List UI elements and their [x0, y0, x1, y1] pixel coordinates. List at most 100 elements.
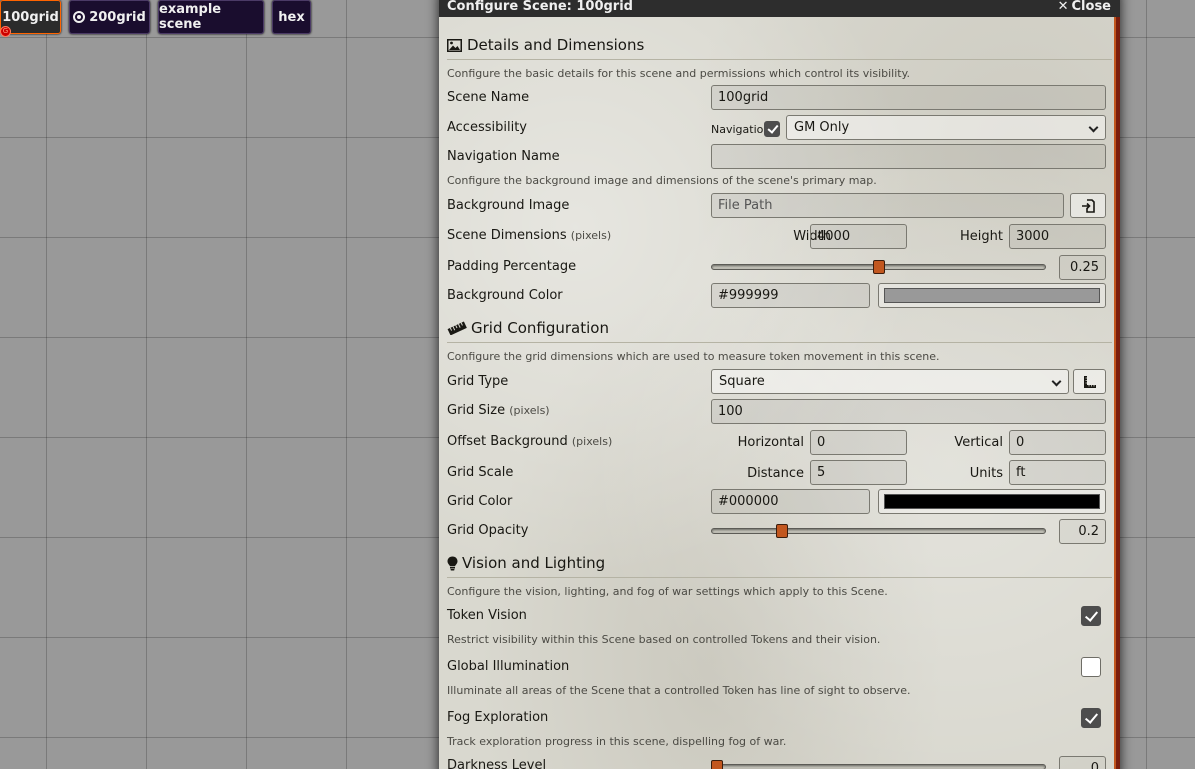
height-input[interactable]: 3000 — [1009, 224, 1106, 249]
navigation-name-input[interactable] — [711, 144, 1106, 169]
units-label: Units — [969, 466, 1003, 481]
section-grid-title: Grid Configuration — [447, 319, 609, 337]
global-illumination-label: Global Illumination — [447, 659, 570, 674]
grid-size-text: Grid Size — [447, 403, 506, 418]
lightbulb-icon — [447, 556, 458, 570]
accessibility-select[interactable]: GM Only — [786, 115, 1106, 140]
token-vision-hint: Restrict visibility within this Scene ba… — [447, 633, 881, 646]
scene-dimensions-text: Scene Dimensions — [447, 228, 567, 243]
section-divider — [447, 342, 1112, 343]
chevron-down-icon — [1088, 122, 1099, 133]
token-vision-label: Token Vision — [447, 608, 527, 623]
section-divider — [447, 59, 1112, 60]
background-image-input[interactable]: File Path — [711, 193, 1064, 218]
section-title-text: Vision and Lighting — [462, 554, 606, 572]
horizontal-label: Horizontal — [737, 435, 804, 450]
grid-hint: Configure the grid dimensions which are … — [447, 350, 940, 363]
fog-exploration-checkbox[interactable] — [1081, 708, 1101, 728]
file-import-icon — [1082, 198, 1095, 213]
grid-opacity-label: Grid Opacity — [447, 523, 529, 538]
grid-scale-label: Grid Scale — [447, 465, 514, 480]
offset-background-units: (pixels) — [571, 435, 613, 448]
file-picker-button[interactable] — [1070, 193, 1106, 218]
vertical-label: Vertical — [954, 435, 1003, 450]
scene-name-input[interactable]: 100grid — [711, 85, 1106, 110]
grid-size-label: Grid Size (pixels) — [447, 403, 550, 418]
scene-tab-example-scene[interactable]: example scene — [158, 0, 264, 34]
padding-value: 0.25 — [1059, 255, 1106, 280]
gm-badge: G — [0, 26, 11, 37]
grid-config-tool-button[interactable] — [1073, 369, 1106, 394]
darkness-value: 0 — [1059, 756, 1106, 769]
token-vision-checkbox[interactable] — [1081, 606, 1101, 626]
grid-opacity-slider[interactable] — [711, 528, 1046, 534]
scene-config-window: Configure Scene: 100grid ✕ Close Details … — [439, 0, 1120, 769]
offset-background-text: Offset Background — [447, 434, 568, 449]
scene-tab-hex[interactable]: hex — [272, 0, 311, 34]
scene-dimensions-units: (pixels) — [570, 229, 612, 242]
section-title-text: Grid Configuration — [471, 319, 609, 337]
background-color-picker[interactable] — [878, 283, 1106, 308]
accessibility-label: Accessibility — [447, 120, 527, 135]
close-icon: ✕ — [1057, 0, 1069, 14]
darkness-slider[interactable] — [711, 764, 1046, 769]
grid-size-input[interactable]: 100 — [711, 399, 1106, 424]
ruler-combined-icon — [1083, 375, 1096, 388]
background-hint: Configure the background image and dimen… — [447, 174, 877, 187]
accessibility-value: GM Only — [794, 120, 850, 135]
scene-tab-label: hex — [278, 9, 305, 25]
grid-size-units: (pixels) — [509, 404, 550, 417]
background-color-input[interactable]: #999999 — [711, 283, 870, 308]
ruler-icon — [447, 321, 467, 335]
section-title-text: Details and Dimensions — [467, 36, 645, 54]
scene-dimensions-label: Scene Dimensions (pixels) — [447, 228, 611, 243]
padding-label: Padding Percentage — [447, 259, 577, 274]
grid-color-swatch — [884, 494, 1100, 509]
navigation-label: Navigation — [711, 123, 771, 136]
height-label: Height — [960, 229, 1003, 244]
grid-color-picker[interactable] — [878, 489, 1106, 514]
details-hint: Configure the basic details for this sce… — [447, 67, 911, 80]
grid-type-label: Grid Type — [447, 374, 509, 389]
grid-type-select[interactable]: Square — [711, 369, 1069, 394]
window-title: Configure Scene: 100grid — [447, 0, 633, 14]
grid-opacity-slider-handle[interactable] — [775, 524, 788, 538]
vertical-offset-input[interactable]: 0 — [1009, 430, 1106, 455]
window-header[interactable]: Configure Scene: 100grid ✕ Close — [439, 0, 1120, 17]
background-color-label: Background Color — [447, 288, 563, 303]
scene-tab-label: example scene — [159, 2, 222, 32]
global-illumination-hint: Illuminate all areas of the Scene that a… — [447, 684, 911, 697]
background-image-label: Background Image — [447, 198, 570, 213]
active-scene-icon — [73, 11, 86, 23]
distance-label: Distance — [747, 466, 804, 481]
grid-color-label: Grid Color — [447, 494, 513, 509]
scene-tab-label: 100grid — [2, 9, 59, 25]
scene-tab-label: 200grid — [89, 9, 146, 25]
width-input[interactable]: 4000 — [810, 224, 907, 249]
grid-opacity-value: 0.2 — [1059, 519, 1106, 544]
close-button[interactable]: ✕ Close — [1058, 0, 1111, 14]
image-icon — [447, 38, 462, 52]
grid-units-input[interactable]: ft — [1009, 460, 1106, 485]
background-color-swatch — [884, 288, 1100, 303]
section-divider — [447, 577, 1112, 578]
grid-distance-input[interactable]: 5 — [810, 460, 907, 485]
navigation-checkbox[interactable] — [764, 121, 780, 137]
scene-tab-200grid[interactable]: 200grid — [69, 0, 150, 34]
section-vision-title: Vision and Lighting — [447, 554, 605, 572]
global-illumination-checkbox[interactable] — [1081, 657, 1101, 677]
grid-type-value: Square — [719, 374, 765, 389]
darkness-slider-handle[interactable] — [711, 760, 723, 769]
chevron-down-icon — [1051, 376, 1062, 387]
section-details-title: Details and Dimensions — [447, 36, 644, 54]
window-resize-border — [1114, 17, 1120, 769]
padding-slider-handle[interactable] — [872, 260, 885, 274]
close-label: Close — [1071, 0, 1111, 14]
fog-exploration-label: Fog Exploration — [447, 710, 549, 725]
navigation-name-label: Navigation Name — [447, 149, 560, 164]
fog-exploration-hint: Track exploration progress in this scene… — [447, 735, 787, 748]
vision-hint: Configure the vision, lighting, and fog … — [447, 585, 888, 598]
grid-color-input[interactable]: #000000 — [711, 489, 870, 514]
offset-background-label: Offset Background (pixels) — [447, 434, 612, 449]
horizontal-offset-input[interactable]: 0 — [810, 430, 907, 455]
